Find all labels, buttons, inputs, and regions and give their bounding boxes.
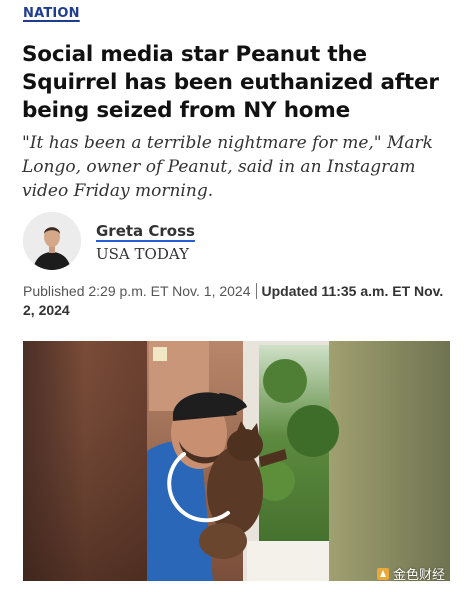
watermark-text: 金色财经 [393,568,446,583]
dateline: Published 2:29 p.m. ET Nov. 1, 2024 Updat… [23,282,448,320]
section-link-nation[interactable]: NATION [23,6,80,21]
author-avatar[interactable] [23,212,81,270]
article-headline: Social media star Peanut the Squirrel ha… [22,42,439,123]
published-date: Published 2:29 p.m. ET Nov. 1, 2024 [23,283,251,299]
author-name-link[interactable]: Greta Cross [96,222,195,240]
date-divider [255,283,257,299]
article-photo[interactable] [23,341,450,581]
article-dek: "It has been a terrible nightmare for me… [22,133,433,201]
byline: Greta Cross USA TODAY [23,212,443,272]
watermark: 金色财经 [376,564,445,583]
watermark-logo-icon [377,568,389,580]
author-organization: USA TODAY [96,245,189,263]
